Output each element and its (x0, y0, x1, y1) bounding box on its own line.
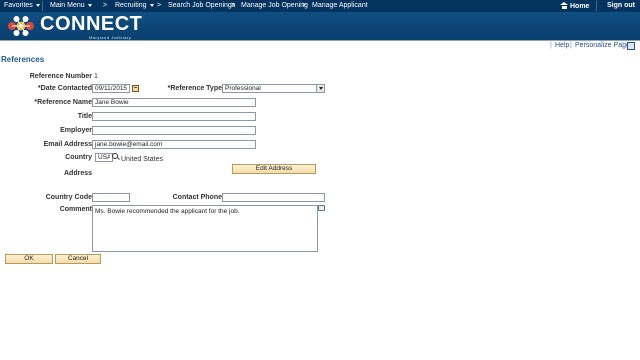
calendar-icon[interactable] (132, 85, 139, 92)
home-label: Home (570, 3, 590, 10)
utility-separator: | (570, 42, 572, 49)
cancel-button[interactable]: Cancel (55, 254, 101, 264)
main-menu-label: Main Menu (50, 2, 85, 9)
employer-input[interactable] (92, 126, 256, 135)
title-label: Title (77, 113, 92, 120)
breadcrumb-manage-applicant[interactable]: Manage Applicant (312, 2, 368, 9)
contact-phone-label: Contact Phone (172, 194, 222, 201)
date-contacted-input[interactable] (92, 84, 130, 93)
country-name: United States (121, 156, 164, 163)
country-label: Country (65, 154, 92, 161)
reference-type-label: *Reference Type (167, 85, 222, 92)
chevron-down-icon (149, 3, 154, 7)
dropdown-arrow-icon (316, 85, 324, 92)
brand-name: CONNECT (40, 13, 143, 35)
main-menu[interactable]: Main Menu (50, 2, 92, 9)
reference-type-value: Professional (225, 85, 261, 92)
country-input[interactable] (95, 153, 113, 162)
reference-number-label: Reference Number (29, 73, 92, 80)
date-contacted-label: *Date Contacted (37, 85, 92, 92)
help-link[interactable]: Help (555, 42, 569, 49)
utility-separator: | (622, 42, 624, 49)
banner-divider (0, 40, 640, 41)
new-window-icon[interactable] (627, 42, 635, 50)
home-link[interactable]: Home (560, 2, 589, 10)
edit-address-button[interactable]: Edit Address (232, 164, 316, 174)
reference-number-value: 1 (94, 73, 98, 80)
title-input[interactable] (92, 112, 256, 121)
reference-name-label: *Reference Name (34, 99, 92, 106)
address-label: Address (63, 170, 92, 177)
home-icon (560, 2, 568, 9)
favorites-menu[interactable]: Favorites (4, 2, 40, 9)
breadcrumb-separator: > (302, 2, 307, 9)
top-navigation-bar: Favorites Main Menu > Recruiting > Searc… (0, 0, 640, 12)
chevron-down-icon (35, 3, 40, 7)
country-code-label: Country Code (45, 194, 92, 201)
recruiting-label: Recruiting (115, 2, 147, 9)
contact-phone-input[interactable] (222, 193, 325, 202)
breadcrumb-separator: > (231, 2, 236, 9)
nav-divider (596, 1, 597, 11)
chevron-down-icon (87, 3, 92, 7)
phone-country-code-input[interactable] (92, 193, 130, 202)
ok-button[interactable]: OK (5, 254, 53, 264)
email-address-label: Email Address (43, 141, 92, 148)
employer-label: Employer (60, 127, 92, 134)
nav-divider (42, 1, 43, 11)
favorites-label: Favorites (4, 2, 33, 9)
spell-check-icon[interactable] (318, 205, 325, 211)
comment-textarea[interactable]: Ms. Bowie recommended the applicant for … (92, 205, 318, 252)
page-title: References (1, 55, 45, 64)
sign-out-link[interactable]: Sign out (607, 2, 635, 9)
reference-type-select[interactable]: Professional (222, 84, 325, 93)
email-address-input[interactable] (92, 140, 256, 149)
breadcrumb-separator: > (103, 2, 108, 9)
lookup-icon[interactable] (112, 153, 119, 160)
breadcrumb-search-job-openings[interactable]: Search Job Openings (168, 2, 235, 9)
reference-name-input[interactable] (92, 98, 256, 107)
comment-label: Comment (59, 206, 92, 213)
breadcrumb-recruiting[interactable]: Recruiting (115, 2, 154, 9)
utility-separator: | (550, 42, 552, 49)
breadcrumb-separator: > (157, 2, 162, 9)
maryland-judiciary-logo-icon (8, 16, 34, 36)
breadcrumb-manage-job-opening[interactable]: Manage Job Opening (241, 2, 308, 9)
